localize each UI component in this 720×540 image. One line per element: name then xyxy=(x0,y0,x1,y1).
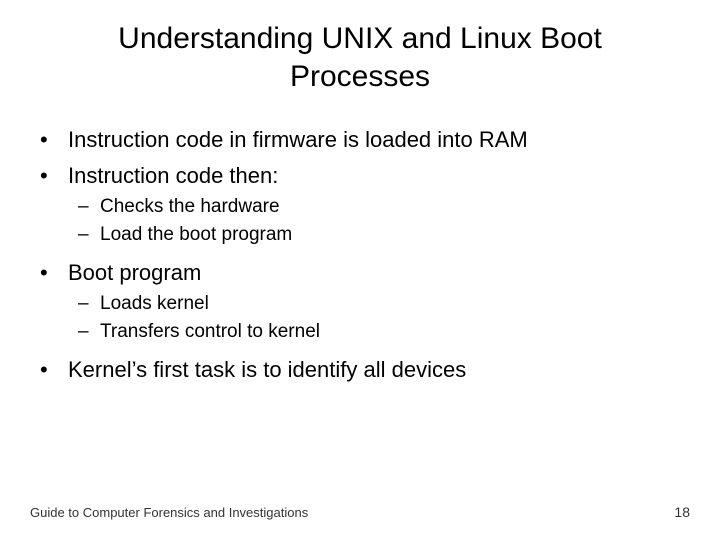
bullet-text: Loads kernel xyxy=(100,293,209,314)
list-item: Load the boot program xyxy=(78,222,690,248)
bullet-text: Load the boot program xyxy=(100,224,292,245)
sub-list: Checks the hardware Load the boot progra… xyxy=(78,194,690,247)
page-number: 18 xyxy=(674,504,690,520)
bullet-text: Checks the hardware xyxy=(100,196,280,217)
slide-footer: Guide to Computer Forensics and Investig… xyxy=(30,504,690,520)
bullet-list: Instruction code in firmware is loaded i… xyxy=(40,125,690,384)
bullet-text: Instruction code in firmware is loaded i… xyxy=(68,127,528,152)
slide-content: Instruction code in firmware is loaded i… xyxy=(30,125,690,520)
footer-source: Guide to Computer Forensics and Investig… xyxy=(30,505,308,520)
sub-list: Loads kernel Transfers control to kernel xyxy=(78,291,690,344)
bullet-text: Instruction code then: xyxy=(68,163,278,188)
list-item: Transfers control to kernel xyxy=(78,319,690,345)
bullet-text: Kernel’s first task is to identify all d… xyxy=(68,357,466,382)
list-item: Instruction code then: Checks the hardwa… xyxy=(40,161,690,248)
list-item: Instruction code in firmware is loaded i… xyxy=(40,125,690,155)
list-item: Loads kernel xyxy=(78,291,690,317)
slide: Understanding UNIX and Linux Boot Proces… xyxy=(0,0,720,540)
list-item: Kernel’s first task is to identify all d… xyxy=(40,355,690,385)
bullet-text: Boot program xyxy=(68,260,201,285)
bullet-text: Transfers control to kernel xyxy=(100,321,320,342)
list-item: Checks the hardware xyxy=(78,194,690,220)
slide-title: Understanding UNIX and Linux Boot Proces… xyxy=(50,20,670,95)
list-item: Boot program Loads kernel Transfers cont… xyxy=(40,258,690,345)
